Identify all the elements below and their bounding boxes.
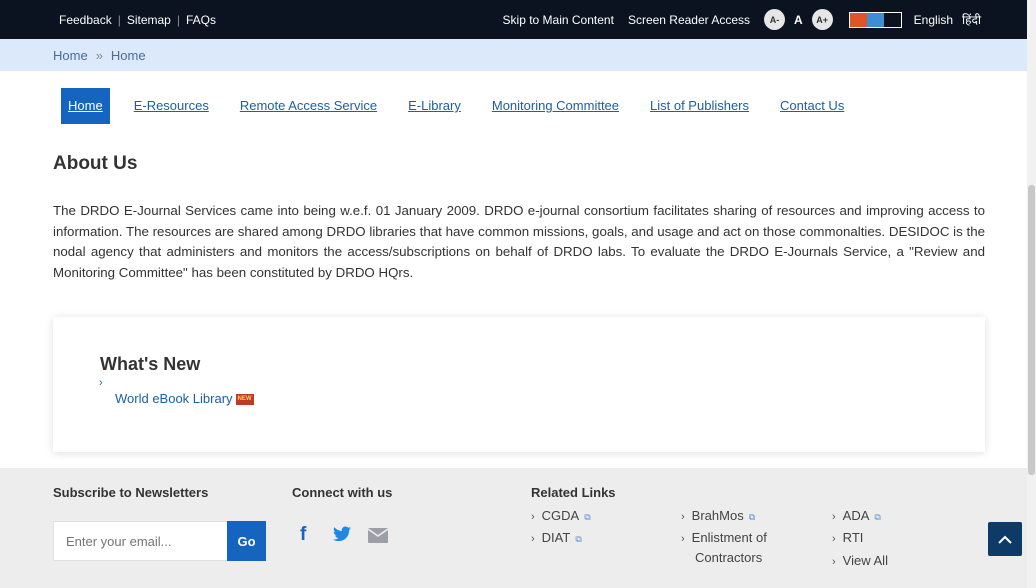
external-link-icon: ⧉ xyxy=(874,512,881,522)
separator: | xyxy=(176,12,180,27)
nav-list-of-publishers[interactable]: List of Publishers xyxy=(650,88,749,124)
cgda-label: CGDA xyxy=(541,508,580,523)
vertical-scrollbar[interactable] xyxy=(1027,0,1036,588)
lang-english-link[interactable]: English xyxy=(914,13,953,27)
ada-label: ADA xyxy=(842,508,870,523)
nav-contact-us[interactable]: Contact Us xyxy=(780,88,844,124)
scrollbar-thumb[interactable] xyxy=(1028,185,1035,475)
related-link-brahmos[interactable]: › BrahMos ⧉ xyxy=(681,508,755,523)
faqs-link[interactable]: FAQs xyxy=(186,13,216,27)
feedback-link[interactable]: Feedback xyxy=(59,13,112,27)
contrast-blue-button[interactable] xyxy=(866,12,884,27)
chevron-right-icon: › xyxy=(531,533,535,545)
breadcrumb-current: Home xyxy=(110,47,146,63)
font-normal-button[interactable]: A xyxy=(794,13,803,27)
related-link-enlistment[interactable]: › Enlistment of xyxy=(681,530,767,545)
separator: | xyxy=(117,12,121,27)
contractors-label: Contractors xyxy=(695,550,763,565)
nav-home[interactable]: Home xyxy=(61,88,110,124)
enlistment-label: Enlistment of xyxy=(691,530,767,545)
font-decrease-button[interactable]: A- xyxy=(764,9,785,30)
contrast-dark-button[interactable] xyxy=(883,12,901,27)
whats-new-card: What's New › World eBook Library NEW xyxy=(53,317,985,452)
accessibility-tools: Skip to Main Content Screen Reader Acces… xyxy=(503,0,981,39)
main-nav: Home E-Resources Remote Access Service E… xyxy=(61,88,875,124)
new-badge: NEW xyxy=(235,394,254,406)
nav-monitoring-committee[interactable]: Monitoring Committee xyxy=(492,88,619,124)
external-link-icon: ⧉ xyxy=(748,512,756,522)
chevron-up-icon xyxy=(998,535,1012,544)
subscribe-title: Subscribe to Newsletters xyxy=(53,485,209,500)
world-ebook-library-link[interactable]: World eBook Library NEW xyxy=(115,391,254,406)
related-link-ada[interactable]: › ADA ⧉ xyxy=(832,508,881,523)
contrast-orange-button[interactable] xyxy=(849,12,867,27)
about-title: About Us xyxy=(53,153,138,174)
brahmos-label: BrahMos xyxy=(691,508,744,523)
rti-label: RTI xyxy=(842,530,864,545)
chevron-right-icon: › xyxy=(832,533,836,545)
nav-remote-access-service[interactable]: Remote Access Service xyxy=(240,88,377,124)
whats-new-title: What's New xyxy=(100,354,201,374)
twitter-icon[interactable] xyxy=(333,526,351,547)
related-link-cgda[interactable]: › CGDA ⧉ xyxy=(531,508,591,523)
screen-reader-link[interactable]: Screen Reader Access xyxy=(628,13,750,27)
font-increase-button[interactable]: A+ xyxy=(811,9,833,30)
chevron-right-icon: › xyxy=(99,377,103,389)
diat-label: DIAT xyxy=(541,530,571,545)
whats-new-item-label: World eBook Library xyxy=(115,391,233,406)
view-all-label: View All xyxy=(842,553,888,568)
chevron-right-icon: › xyxy=(832,556,836,568)
nav-e-library[interactable]: E-Library xyxy=(408,88,461,124)
about-text: The DRDO E-Journal Services came into be… xyxy=(53,203,985,280)
facebook-icon[interactable]: f xyxy=(300,524,306,546)
chevron-right-icon: › xyxy=(681,533,685,545)
contrast-switcher xyxy=(848,11,902,28)
related-links-title: Related Links xyxy=(531,485,616,500)
breadcrumb: Home » Home xyxy=(0,39,1036,71)
mail-icon[interactable] xyxy=(367,527,389,548)
skip-to-main-link[interactable]: Skip to Main Content xyxy=(503,13,614,27)
related-link-contractors[interactable]: Contractors xyxy=(695,550,762,565)
breadcrumb-home-link[interactable]: Home xyxy=(53,48,88,63)
sitemap-link[interactable]: Sitemap xyxy=(127,13,171,27)
chevron-right-icon: › xyxy=(531,511,535,523)
nav-e-resources[interactable]: E-Resources xyxy=(134,88,209,124)
connect-title: Connect with us xyxy=(292,485,393,500)
chevron-right-icon: › xyxy=(832,511,836,523)
breadcrumb-separator: » xyxy=(95,47,103,63)
utility-links: Feedback | Sitemap | FAQs xyxy=(59,0,216,39)
lang-hindi-link[interactable]: हिंदी xyxy=(962,11,981,28)
go-button[interactable]: Go xyxy=(227,521,266,561)
external-link-icon: ⧉ xyxy=(575,534,582,544)
related-link-rti[interactable]: › RTI xyxy=(832,530,863,545)
email-input[interactable] xyxy=(53,521,227,561)
external-link-icon: ⧉ xyxy=(584,512,591,522)
related-link-diat[interactable]: › DIAT ⧉ xyxy=(531,530,582,545)
related-link-view-all[interactable]: › View All xyxy=(832,553,888,568)
top-bar: Feedback | Sitemap | FAQs Skip to Main C… xyxy=(0,0,1036,39)
back-to-top-button[interactable] xyxy=(988,522,1022,556)
chevron-right-icon: › xyxy=(681,511,685,523)
